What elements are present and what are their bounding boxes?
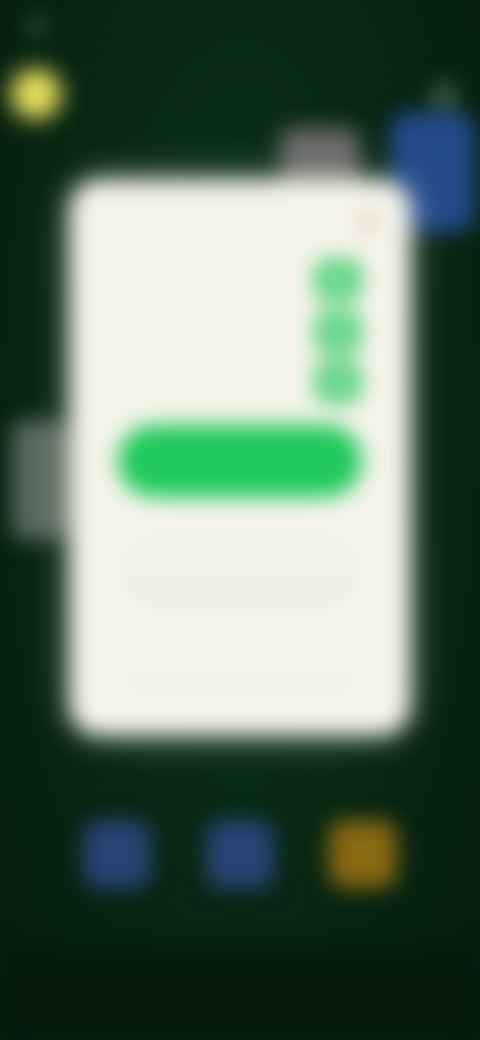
gear-icon[interactable] [430,82,458,110]
primary-button[interactable] [118,425,362,497]
blurred-background-layer: ✕ [0,0,480,1040]
status-indicator-icon [30,19,44,33]
option-row-3 [120,362,360,402]
game-screen: ✕ [0,0,480,1040]
tool-button-1[interactable] [83,820,152,888]
coin-icon [12,70,60,118]
status-bar [30,14,52,38]
option-row-2 [120,312,360,352]
tool-button-3[interactable] [328,820,397,888]
option-toggle-1[interactable] [316,260,360,300]
bottom-toolbar [0,820,480,888]
option-row-1 [120,260,360,300]
background-card [12,420,68,540]
tool-button-2[interactable] [205,820,274,888]
settings-modal: ✕ [70,180,410,735]
option-toggle-2[interactable] [316,312,360,352]
secondary-button[interactable] [125,530,355,598]
close-icon[interactable]: ✕ [356,212,380,236]
text-link[interactable] [128,640,352,682]
bottom-strip [0,950,480,1040]
option-toggle-3[interactable] [316,362,360,402]
hud [12,70,72,118]
